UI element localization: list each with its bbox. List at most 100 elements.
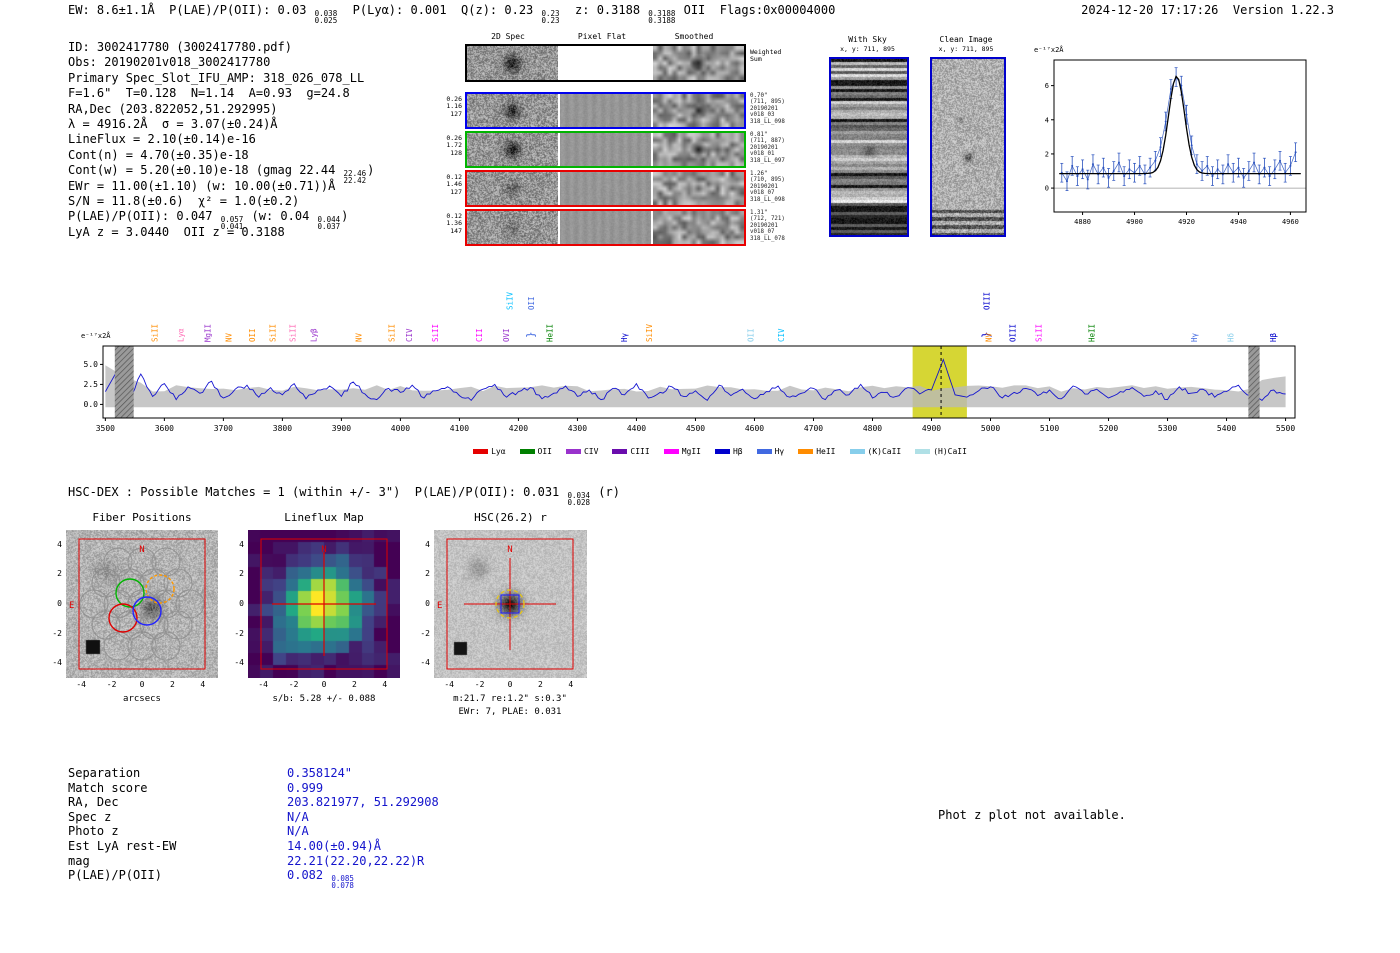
svg-text:e⁻¹⁷x2Å: e⁻¹⁷x2Å [81,331,111,340]
legend-item: HeII [798,447,836,456]
info-line: S/N = 11.8(±0.6) χ² = 1.0(±0.2) [68,194,374,209]
text-segment: Cont(w) = 5.20(±0.10)e-18 (gmag 22.44 [68,163,343,178]
legend-label: HeII [816,447,836,456]
spec2d-row [465,92,746,129]
text-segment: HSC-DEX : Possible Matches = 1 (within +… [68,485,567,499]
legend-item: (H)CaII [915,447,967,456]
svg-text:5000: 5000 [981,424,1000,433]
emission-line-label: NV [225,332,234,342]
fiber-positions-title: Fiber Positions [92,511,192,524]
pixelflat-image [560,172,651,205]
svg-text:4500: 4500 [686,424,705,433]
spec2d-row-left-labels: 0.26 1.16 127 [446,95,462,118]
emission-line-label: NV [354,332,363,342]
svg-text:4940: 4940 [1230,218,1247,226]
legend-swatch [915,449,931,454]
emission-line-label: OVI [502,328,511,342]
svg-text:3800: 3800 [273,424,292,433]
smoothed-image [653,46,744,80]
emission-line-label: } [524,331,537,338]
emission-line-label: CIV [405,328,414,342]
emission-line-label: OIII [1008,324,1017,342]
text-segment: Cont(n) = 4.70(±0.35)e-18 [68,147,249,162]
spec2d-image [467,46,558,80]
emission-line-label: SiII [150,324,159,342]
text-segment: N/A [287,809,309,824]
emission-line-label: Lyα [176,328,185,342]
text-segment: 203.821977, 51.292908 [287,795,439,810]
spec2d-row-left-labels: 0.12 1.36 147 [446,212,462,235]
spec2d-row-annotation: 1.26" (710, 895) 20190201 v018_07 318_LL… [750,171,785,203]
cutout-y-tick: 4 [239,539,244,549]
cutout-x-tick: -4 [444,680,454,689]
emission-line-label: Hγ [1190,332,1199,342]
fov-box [78,538,206,670]
cutout-x-tick: 2 [537,680,543,689]
svg-text:4920: 4920 [1178,218,1195,226]
emission-line-label: SiIV [645,323,654,342]
spec2d-row-left-labels: 0.12 1.46 127 [446,173,462,196]
emission-line-label: OII [248,328,257,342]
full-spectrum-chart: 3500 3600 3700 3800 3900 4000 4100 4200 4300 4400… [81,291,1296,433]
match-row-label: Match score [68,780,148,795]
text-segment: z: 0.3188 [560,3,648,17]
match-row-value: N/A [287,810,439,825]
fiber-positions-overlay: N E [69,538,206,670]
cutout-y-tick: -2 [420,628,430,638]
info-line: λ = 4916.2Å σ = 3.07(±0.24)Å [68,117,374,132]
header-summary: EW: 8.6±1.1Å P(LAE)/P(OII): 0.03 0.038 0.… [68,3,835,24]
fiber-xlabel: arcsecs [123,694,161,704]
emission-line-label: Hβ [1269,332,1278,342]
legend-swatch [714,449,730,454]
hsc-dex-match-line: HSC-DEX : Possible Matches = 1 (within +… [68,485,620,506]
cutout-y-tick: -4 [234,658,244,668]
info-line: LineFlux = 2.10(±0.14)e-16 [68,132,374,147]
with-sky-coords: x, y: 711, 895 [840,45,895,53]
legend-item: Lyα [473,447,506,456]
cutout-y-tick: 0 [425,599,430,608]
spec2d-row-annotation: 0.70" (711, 895) 20190201 v018_03 318_LL… [750,93,785,125]
emission-line-label: SiII [288,324,297,342]
svg-text:5.0: 5.0 [84,360,99,369]
cutout-x-tick: -2 [474,680,485,689]
cutout-y-tick: -4 [420,658,430,668]
match-row-label: Spec z [68,809,112,824]
smoothed-image [653,172,744,205]
legend-item: MgII [663,447,701,456]
info-line: Primary Spec_Slot_IFU_AMP: 318_026_078_L… [68,71,374,86]
svg-text:4800: 4800 [863,424,882,433]
legend-label: (K)CaII [867,447,902,456]
legend-item: CIII [612,447,650,456]
emission-line-label: CII [475,328,484,342]
info-line: RA,Dec (203.822052,51.292995) [68,102,374,117]
svg-text:0.0: 0.0 [84,400,99,409]
spec2d-row [465,209,746,246]
legend-item: OII [519,447,552,456]
text-segment: ID: 3002417780 (3002417780.pdf) [68,40,292,54]
svg-text:4100: 4100 [450,424,469,433]
match-row-label: Photo z [68,824,119,839]
emission-line-label: SiII [268,324,277,342]
match-row-label: mag [68,853,90,868]
cutout-y-tick: -4 [52,658,62,668]
spec2d-image [467,133,558,166]
cutout-y-tick: 0 [57,599,62,608]
cutout-x-tick: -4 [76,680,86,689]
legend-item: (K)CaII [849,447,902,456]
hsc-r-overlay: N E [437,538,574,670]
match-row-label: Est LyA rest-EW [68,838,177,853]
lineflux-map-overlay: N [260,538,388,670]
match-row-value: 0.358124" [287,766,439,781]
cutout-x-tick: 2 [169,680,175,689]
emission-line-label: SiII [1034,324,1043,342]
text-segment: S/N = 11.8(±0.6) χ² = 1.0(±0.2) [68,193,300,208]
text-segment: P(Lyα): 0.001 Q(z): 0.23 [338,3,541,17]
col-header-2dspec: 2D Spec [491,32,525,41]
spec2d-row-annotation: 0.81" (711, 887) 20190201 v018_01 318_LL… [750,132,785,164]
text-segment: (w: 0.04 [244,209,317,224]
compass-east-label: E [69,601,74,611]
emission-line-label: Lyβ [310,328,319,342]
lineflux-caption: s/b: 5.28 +/- 0.088 [272,694,376,704]
stacked-uncertainty: 0.3188 0.3188 [648,9,676,25]
text-segment: 0.082 [287,868,331,883]
